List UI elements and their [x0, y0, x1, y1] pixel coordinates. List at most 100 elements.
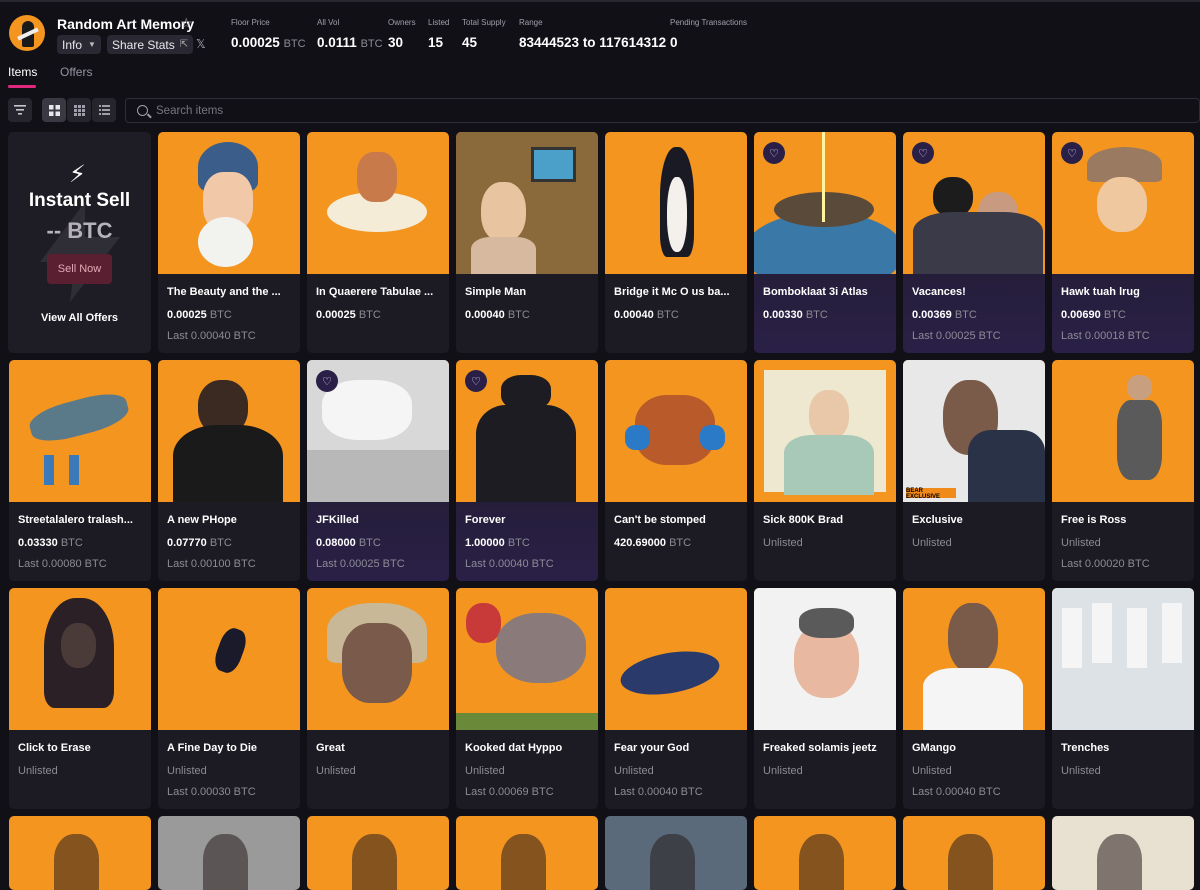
- stat-pending-transactions: Pending Transactions 0: [670, 18, 747, 50]
- item-image[interactable]: [9, 360, 151, 502]
- item-card[interactable]: ♡ Bomboklaat 3i Atlas 0.00330 BTC: [754, 132, 896, 353]
- item-price: 0.00040 BTC: [614, 309, 679, 321]
- item-image[interactable]: ♡: [754, 132, 896, 274]
- item-image[interactable]: [307, 816, 449, 890]
- item-card[interactable]: [903, 816, 1045, 890]
- star-icon[interactable]: ☆: [180, 15, 193, 32]
- item-card[interactable]: Freaked solamis jeetz Unlisted: [754, 588, 896, 809]
- item-image[interactable]: ♡: [307, 360, 449, 502]
- item-image[interactable]: [158, 132, 300, 274]
- view-all-offers-link[interactable]: View All Offers: [8, 312, 151, 324]
- item-card[interactable]: Simple Man 0.00040 BTC: [456, 132, 598, 353]
- item-price-value: 420.69000: [614, 537, 666, 549]
- filter-button[interactable]: [8, 98, 32, 122]
- item-last-sale: Last 0.00040 BTC: [912, 786, 1001, 798]
- item-image[interactable]: [9, 588, 151, 730]
- item-price-unit: BTC: [60, 537, 83, 549]
- item-image[interactable]: [158, 360, 300, 502]
- item-image[interactable]: [158, 588, 300, 730]
- item-image[interactable]: [903, 816, 1045, 890]
- item-unlisted: Unlisted: [912, 537, 952, 549]
- item-name: Vacances!: [912, 286, 966, 298]
- item-unlisted: Unlisted: [1061, 765, 1101, 777]
- item-image[interactable]: [456, 132, 598, 274]
- item-image[interactable]: [754, 588, 896, 730]
- info-dropdown[interactable]: Info ▼: [57, 35, 101, 54]
- item-image[interactable]: [754, 816, 896, 890]
- collection-avatar[interactable]: [9, 15, 45, 51]
- item-image[interactable]: [605, 360, 747, 502]
- item-card[interactable]: [9, 816, 151, 890]
- item-card[interactable]: [605, 816, 747, 890]
- item-unlisted: Unlisted: [763, 537, 803, 549]
- item-card[interactable]: A Fine Day to Die Unlisted Last 0.00030 BT…: [158, 588, 300, 809]
- item-card[interactable]: [456, 816, 598, 890]
- item-card[interactable]: Free is Ross Unlisted Last 0.00020 BTC: [1052, 360, 1194, 581]
- instant-sell-card: ⚡︎ Instant Sell -- BTC Sell Now View All…: [8, 132, 151, 353]
- item-card[interactable]: [754, 816, 896, 890]
- item-image[interactable]: [1052, 360, 1194, 502]
- tab-items[interactable]: Items: [8, 65, 37, 79]
- search-input[interactable]: [156, 99, 1056, 122]
- item-card[interactable]: The Beauty and the ... 0.00025 BTC Last 0.…: [158, 132, 300, 353]
- item-card[interactable]: [1052, 816, 1194, 890]
- item-image[interactable]: [456, 816, 598, 890]
- item-image[interactable]: [605, 816, 747, 890]
- stat-range: Range 83444523 to 117614312: [519, 18, 666, 50]
- toolbar: [0, 96, 1200, 124]
- item-image[interactable]: [605, 132, 747, 274]
- item-image[interactable]: [1052, 588, 1194, 730]
- item-image[interactable]: [456, 588, 598, 730]
- item-card[interactable]: A new PHope 0.07770 BTC Last 0.00100 BTC: [158, 360, 300, 581]
- item-unlisted: Unlisted: [614, 765, 654, 777]
- share-stats-button[interactable]: Share Stats ⇱: [107, 35, 194, 54]
- stat-value: 0.00025: [231, 35, 280, 50]
- item-card[interactable]: [307, 816, 449, 890]
- item-card[interactable]: Streetalalero tralash... 0.03330 BTC Last …: [9, 360, 151, 581]
- item-image[interactable]: [1052, 816, 1194, 890]
- item-price-value: 1.00000: [465, 537, 505, 549]
- item-image[interactable]: ♡: [456, 360, 598, 502]
- item-last-sale: Last 0.00030 BTC: [167, 786, 256, 798]
- item-image[interactable]: ♡: [903, 132, 1045, 274]
- view-grid-small-button[interactable]: [67, 98, 91, 122]
- item-card[interactable]: In Quaerere Tabulae ... 0.00025 BTC: [307, 132, 449, 353]
- item-card[interactable]: Sick 800K Brad Unlisted: [754, 360, 896, 581]
- share-icon: ⇱: [179, 39, 189, 50]
- item-card[interactable]: [158, 816, 300, 890]
- item-image[interactable]: BEAR EXCLUSIVE: [903, 360, 1045, 502]
- item-card[interactable]: ♡ Hawk tuah lrug 0.00690 BTC Last 0.00018 B…: [1052, 132, 1194, 353]
- item-price: 0.00025 BTC: [167, 309, 232, 321]
- item-card[interactable]: BEAR EXCLUSIVE Exclusive Unlisted: [903, 360, 1045, 581]
- item-card[interactable]: ♡ JFKilled 0.08000 BTC Last 0.00025 BTC: [307, 360, 449, 581]
- item-image[interactable]: [307, 132, 449, 274]
- item-card[interactable]: ♡ Vacances! 0.00369 BTC Last 0.00025 BTC: [903, 132, 1045, 353]
- rare-badge-icon: ♡: [465, 370, 487, 392]
- item-card[interactable]: ♡ Forever 1.00000 BTC Last 0.00040 BTC: [456, 360, 598, 581]
- item-name: In Quaerere Tabulae ...: [316, 286, 434, 298]
- item-card[interactable]: Kooked dat Hyppo Unlisted Last 0.00069 BTC: [456, 588, 598, 809]
- view-grid-large-button[interactable]: [42, 98, 66, 122]
- item-image[interactable]: [307, 588, 449, 730]
- item-price: 0.00040 BTC: [465, 309, 530, 321]
- item-image[interactable]: ♡: [1052, 132, 1194, 274]
- item-image[interactable]: [9, 816, 151, 890]
- item-card[interactable]: GMango Unlisted Last 0.00040 BTC: [903, 588, 1045, 809]
- item-card[interactable]: Can't be stomped 420.69000 BTC: [605, 360, 747, 581]
- item-card[interactable]: Bridge it Mc O us ba... 0.00040 BTC: [605, 132, 747, 353]
- item-card[interactable]: Great Unlisted: [307, 588, 449, 809]
- item-image[interactable]: [903, 588, 1045, 730]
- item-card[interactable]: Click to Erase Unlisted: [9, 588, 151, 809]
- item-image[interactable]: [158, 816, 300, 890]
- item-unlisted: Unlisted: [465, 765, 505, 777]
- item-image[interactable]: [754, 360, 896, 502]
- sell-now-button[interactable]: Sell Now: [47, 254, 112, 284]
- x-logo-icon[interactable]: 𝕏: [196, 37, 206, 51]
- view-list-button[interactable]: [92, 98, 116, 122]
- tab-offers[interactable]: Offers: [60, 65, 92, 79]
- item-image[interactable]: [605, 588, 747, 730]
- item-card[interactable]: Fear your God Unlisted Last 0.00040 BTC: [605, 588, 747, 809]
- item-price-value: 0.00040: [614, 309, 654, 321]
- item-last-sale: Last 0.00040 BTC: [167, 330, 256, 342]
- item-card[interactable]: Trenches Unlisted: [1052, 588, 1194, 809]
